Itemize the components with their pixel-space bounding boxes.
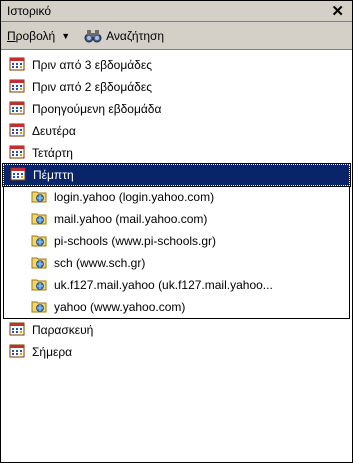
history-day-label: Προηγούμενη εβδομάδα bbox=[32, 102, 162, 116]
history-site-label: sch (www.sch.gr) bbox=[54, 256, 146, 270]
history-day-label: Δευτέρα bbox=[32, 124, 76, 138]
history-day-label: Σήμερα bbox=[32, 345, 73, 359]
history-day-item[interactable]: Πριν από 2 εβδομάδες bbox=[1, 76, 352, 98]
calendar-icon bbox=[9, 321, 25, 340]
history-site-item[interactable]: mail.yahoo (mail.yahoo.com) bbox=[4, 208, 349, 230]
web-folder-icon bbox=[31, 188, 47, 207]
site-list: login.yahoo (login.yahoo.com) mail.yahoo… bbox=[3, 186, 350, 319]
web-folder-icon bbox=[31, 298, 47, 317]
calendar-icon bbox=[9, 144, 25, 163]
history-day-item[interactable]: Πέμπτη bbox=[2, 163, 351, 187]
history-day-label: Πριν από 3 εβδομάδες bbox=[32, 58, 152, 72]
history-panel: Ιστορικό ✕ Προβολή ▼ Αναζήτηση Πριν από … bbox=[0, 0, 353, 463]
chevron-down-icon: ▼ bbox=[61, 30, 71, 41]
web-folder-icon bbox=[31, 232, 47, 251]
history-day-item[interactable]: Προηγούμενη εβδομάδα bbox=[1, 98, 352, 120]
history-site-item[interactable]: yahoo (www.yahoo.com) bbox=[4, 296, 349, 318]
history-day-label: Παρασκευή bbox=[32, 323, 94, 337]
view-menu-button[interactable]: Προβολή ▼ bbox=[5, 25, 72, 47]
binoculars-search-icon bbox=[84, 29, 102, 42]
history-day-item[interactable]: Τετάρτη bbox=[1, 142, 352, 164]
history-site-label: mail.yahoo (mail.yahoo.com) bbox=[54, 212, 208, 226]
calendar-icon bbox=[9, 56, 25, 75]
history-day-item[interactable]: Παρασκευή bbox=[1, 319, 352, 341]
history-list: Πριν από 3 εβδομάδες Πριν από 2 εβδομάδε… bbox=[1, 50, 352, 363]
search-button[interactable]: Αναζήτηση bbox=[82, 25, 166, 47]
history-site-label: uk.f127.mail.yahoo (uk.f127.mail.yahoo..… bbox=[54, 278, 273, 292]
selected-day-group: Πέμπτη login.yahoo (login.yahoo.com) mai… bbox=[1, 163, 352, 319]
history-site-item[interactable]: pi-schools (www.pi-schools.gr) bbox=[4, 230, 349, 252]
calendar-icon bbox=[9, 122, 25, 141]
close-icon[interactable]: ✕ bbox=[331, 4, 344, 19]
calendar-icon bbox=[9, 100, 25, 119]
panel-title: Ιστορικό bbox=[7, 4, 52, 18]
title-bar: Ιστορικό ✕ bbox=[1, 1, 352, 22]
web-folder-icon bbox=[31, 210, 47, 229]
history-site-item[interactable]: sch (www.sch.gr) bbox=[4, 252, 349, 274]
history-day-label: Τετάρτη bbox=[32, 146, 73, 160]
view-menu-label: Προβολή bbox=[7, 28, 56, 43]
history-day-item[interactable]: Πριν από 3 εβδομάδες bbox=[1, 54, 352, 76]
calendar-icon bbox=[10, 166, 26, 185]
web-folder-icon bbox=[31, 276, 47, 295]
history-site-label: yahoo (www.yahoo.com) bbox=[54, 300, 186, 314]
search-label: Αναζήτηση bbox=[106, 28, 165, 43]
calendar-icon bbox=[9, 78, 25, 97]
web-folder-icon bbox=[31, 254, 47, 273]
history-site-item[interactable]: uk.f127.mail.yahoo (uk.f127.mail.yahoo..… bbox=[4, 274, 349, 296]
history-site-label: pi-schools (www.pi-schools.gr) bbox=[54, 234, 217, 248]
history-day-item[interactable]: Σήμερα bbox=[1, 341, 352, 363]
history-day-label: Πέμπτη bbox=[33, 168, 74, 182]
calendar-icon bbox=[9, 343, 25, 362]
toolbar: Προβολή ▼ Αναζήτηση bbox=[1, 22, 352, 50]
history-day-label: Πριν από 2 εβδομάδες bbox=[32, 80, 152, 94]
history-day-item[interactable]: Δευτέρα bbox=[1, 120, 352, 142]
history-site-label: login.yahoo (login.yahoo.com) bbox=[54, 190, 215, 204]
history-site-item[interactable]: login.yahoo (login.yahoo.com) bbox=[4, 186, 349, 208]
